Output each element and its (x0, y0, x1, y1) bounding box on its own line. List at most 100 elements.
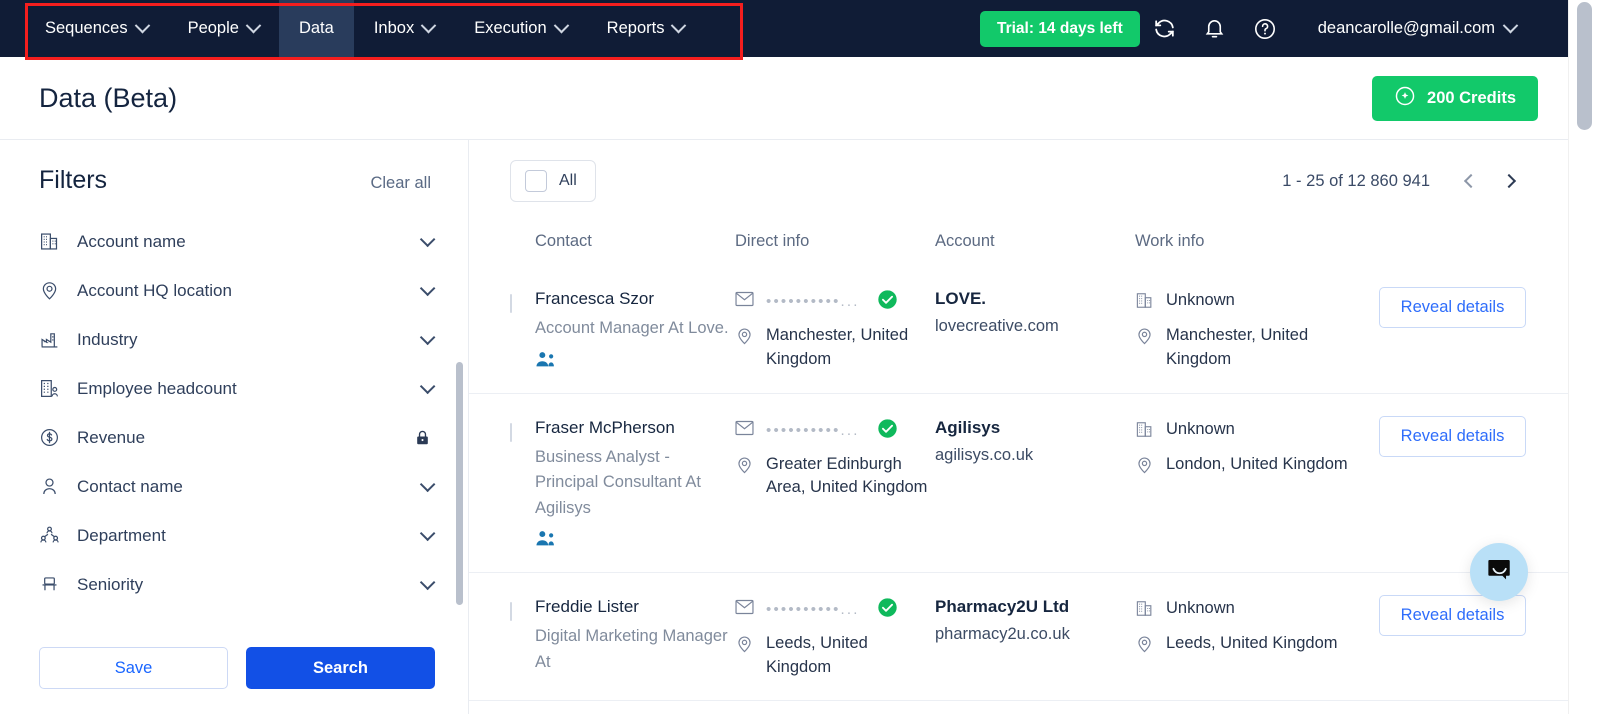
contact-name: Fraser McPherson (535, 418, 735, 438)
column-header-contact: Contact (535, 232, 735, 251)
filter-account-hq-location[interactable]: Account HQ location (39, 266, 431, 315)
nav-label: Reports (607, 19, 665, 38)
filter-label: Department (77, 526, 166, 546)
intercom-chat-button[interactable] (1470, 543, 1528, 601)
chevron-down-icon (1503, 18, 1519, 34)
row-checkbox[interactable] (510, 423, 512, 442)
search-button[interactable]: Search (246, 647, 435, 689)
filter-employee-headcount[interactable]: Employee headcount (39, 364, 431, 413)
filter-list: Account name Account HQ location (0, 217, 468, 609)
contact-name: Francesca Szor (535, 289, 735, 309)
filters-title: Filters (39, 166, 107, 195)
email-masked: ••••••••••... (766, 289, 860, 310)
email-masked: ••••••••••... (766, 597, 860, 618)
reveal-details-button[interactable]: Reveal details (1379, 595, 1526, 636)
filter-department[interactable]: Department (39, 511, 431, 560)
nav-item-people[interactable]: People (168, 0, 279, 57)
table-toolbar: All 1 - 25 of 12 860 941 (469, 140, 1568, 202)
nav-label: Execution (474, 19, 546, 38)
person-icon (39, 476, 67, 497)
direct-location-row: Greater Edinburgh Area, United Kingdom (735, 453, 935, 501)
account-domain: agilisys.co.uk (935, 446, 1135, 465)
nav-item-inbox[interactable]: Inbox (354, 0, 454, 57)
filter-contact-name[interactable]: Contact name (39, 462, 431, 511)
account-domain: pharmacy2u.co.uk (935, 625, 1135, 644)
row-checkbox-wrap[interactable] (510, 289, 535, 313)
building-icon (39, 231, 67, 252)
nav-item-sequences[interactable]: Sequences (25, 0, 168, 57)
cell-contact: Fraser McPherson Business Analyst - Prin… (535, 418, 735, 553)
user-account-menu[interactable]: deancarolle@gmail.com (1318, 19, 1516, 38)
browser-scrollbar-thumb[interactable] (1577, 2, 1592, 130)
chevron-left-icon[interactable] (1454, 164, 1488, 198)
account-name: Pharmacy2U Ltd (935, 597, 1135, 617)
row-checkbox[interactable] (510, 602, 512, 621)
chevron-down-icon (421, 18, 437, 34)
verified-badge (877, 418, 898, 444)
direct-location: Greater Edinburgh Area, United Kingdom (766, 453, 935, 501)
nav-item-execution[interactable]: Execution (454, 0, 586, 57)
cell-contact: Francesca Szor Account Manager At Love. (535, 289, 735, 373)
filter-seniority[interactable]: Seniority (39, 560, 431, 609)
save-button[interactable]: Save (39, 647, 228, 689)
envelope-icon (735, 597, 755, 620)
filter-industry[interactable]: Industry (39, 315, 431, 364)
contact-title: Account Manager At Love. (535, 316, 735, 342)
select-all-control[interactable]: All (510, 160, 596, 202)
cell-account: Pharmacy2U Ltd pharmacy2u.co.uk (935, 597, 1135, 644)
verified-badge (877, 289, 898, 315)
chevron-down-icon (420, 526, 436, 542)
reveal-details-button[interactable]: Reveal details (1379, 287, 1526, 328)
chevron-down-icon (246, 18, 262, 34)
contact-title: Business Analyst - Principal Consultant … (535, 445, 735, 522)
org-chart-icon (39, 525, 67, 546)
table-row[interactable]: Freddie Lister Digital Marketing Manager… (469, 573, 1568, 701)
work-location-row: London, United Kingdom (1135, 453, 1375, 480)
chevron-right-icon[interactable] (1492, 164, 1526, 198)
nav-label: Data (299, 19, 334, 38)
table-row[interactable]: Fraser McPherson Business Analyst - Prin… (469, 394, 1568, 574)
chat-bubble-icon (1486, 556, 1513, 588)
row-checkbox-wrap[interactable] (510, 597, 535, 621)
building-person-icon (39, 378, 67, 399)
nav-label: Sequences (45, 19, 128, 38)
chevron-down-icon (420, 281, 436, 297)
help-icon[interactable] (1240, 0, 1290, 57)
direct-location: Manchester, United Kingdom (766, 324, 935, 372)
filters-header: Filters Clear all (0, 140, 468, 195)
nav-item-reports[interactable]: Reports (587, 0, 705, 57)
nav-items: Sequences People Data Inbox Execution Re… (25, 0, 704, 57)
work-location-row: Leeds, United Kingdom (1135, 632, 1375, 659)
email-row: ••••••••••... (735, 418, 935, 444)
filter-revenue[interactable]: Revenue (39, 413, 431, 462)
row-checkbox[interactable] (510, 294, 512, 313)
filter-label: Revenue (77, 428, 145, 448)
clear-all-button[interactable]: Clear all (370, 174, 431, 193)
trial-badge[interactable]: Trial: 14 days left (980, 11, 1140, 47)
cell-direct-info: ••••••••••... Manchester, United Kingdom (735, 289, 935, 372)
location-pin-icon (1135, 324, 1155, 351)
bell-icon[interactable] (1190, 0, 1240, 57)
row-checkbox-wrap[interactable] (510, 418, 535, 442)
filter-label: Account HQ location (77, 281, 232, 301)
select-all-checkbox[interactable] (525, 170, 547, 192)
contact-name: Freddie Lister (535, 597, 735, 617)
table-row[interactable]: Francesca Szor Account Manager At Love. (469, 265, 1568, 394)
browser-scrollbar[interactable] (1568, 0, 1600, 714)
filter-account-name[interactable]: Account name (39, 217, 431, 266)
reveal-details-button[interactable]: Reveal details (1379, 416, 1526, 457)
chevron-down-icon (420, 330, 436, 346)
sidebar-scrollbar[interactable] (456, 362, 463, 605)
contact-title: Digital Marketing Manager At (535, 624, 735, 675)
people-icon[interactable] (535, 351, 735, 373)
select-all-label: All (559, 172, 577, 190)
results-panel: All 1 - 25 of 12 860 941 Contact Direct … (469, 140, 1568, 714)
credits-button[interactable]: 200 Credits (1372, 76, 1538, 121)
top-navigation-bar: Sequences People Data Inbox Execution Re… (0, 0, 1568, 57)
direct-location-row: Leeds, United Kingdom (735, 632, 935, 680)
sync-icon[interactable] (1140, 0, 1190, 57)
account-name: Agilisys (935, 418, 1135, 438)
nav-item-data[interactable]: Data (279, 0, 354, 57)
pagination-range: 1 - 25 of 12 860 941 (1282, 172, 1430, 191)
people-icon[interactable] (535, 530, 735, 552)
